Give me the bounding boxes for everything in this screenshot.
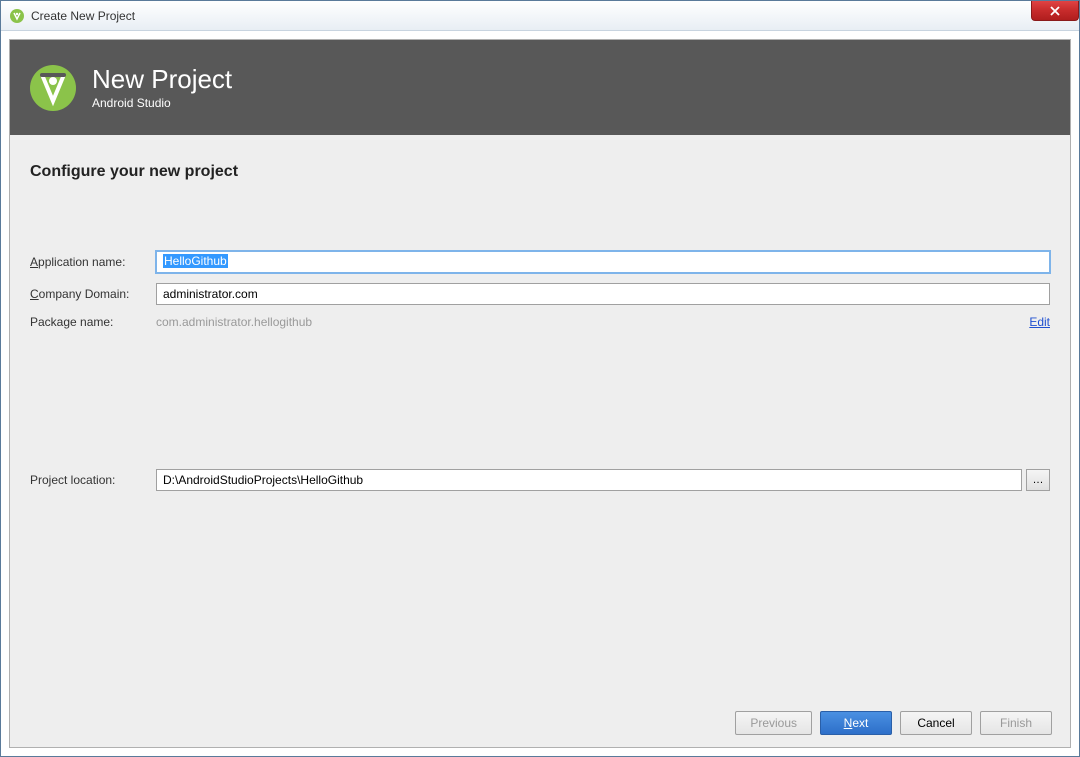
header-banner: New Project Android Studio <box>10 40 1070 135</box>
previous-button[interactable]: Previous <box>735 711 812 735</box>
content-area: Configure your new project Application n… <box>10 135 1070 699</box>
project-location-row: Project location: … <box>30 469 1050 491</box>
application-name-value: HelloGithub <box>163 254 228 268</box>
company-domain-input[interactable] <box>156 283 1050 305</box>
edit-package-link[interactable]: Edit <box>1029 315 1050 329</box>
browse-location-button[interactable]: … <box>1026 469 1050 491</box>
header-subtitle: Android Studio <box>92 96 232 110</box>
close-icon <box>1050 6 1060 16</box>
company-domain-label: Company Domain: <box>30 287 156 301</box>
company-domain-row: Company Domain: <box>30 283 1050 305</box>
finish-button[interactable]: Finish <box>980 711 1052 735</box>
next-button[interactable]: Next <box>820 711 892 735</box>
package-name-label: Package name: <box>30 315 156 329</box>
section-heading: Configure your new project <box>30 163 1050 181</box>
package-name-row: Package name: com.administrator.hellogit… <box>30 315 1050 329</box>
header-text: New Project Android Studio <box>92 65 232 110</box>
package-name-value: com.administrator.hellogithub <box>156 315 1019 329</box>
titlebar: Create New Project <box>1 1 1079 31</box>
android-studio-logo-icon <box>28 63 78 113</box>
dialog-window: Create New Project New Project Android S… <box>0 0 1080 757</box>
cancel-button[interactable]: Cancel <box>900 711 972 735</box>
button-bar: Previous Next Cancel Finish <box>10 699 1070 747</box>
project-location-label: Project location: <box>30 473 156 487</box>
application-name-input[interactable]: HelloGithub <box>156 251 1050 273</box>
close-button[interactable] <box>1031 1 1079 21</box>
application-name-row: Application name: HelloGithub <box>30 251 1050 273</box>
header-title: New Project <box>92 65 232 94</box>
application-name-label: Application name: <box>30 255 156 269</box>
project-location-input[interactable] <box>156 469 1022 491</box>
android-studio-icon <box>9 8 25 24</box>
dialog-body: New Project Android Studio Configure you… <box>9 39 1071 748</box>
window-title: Create New Project <box>31 9 135 23</box>
